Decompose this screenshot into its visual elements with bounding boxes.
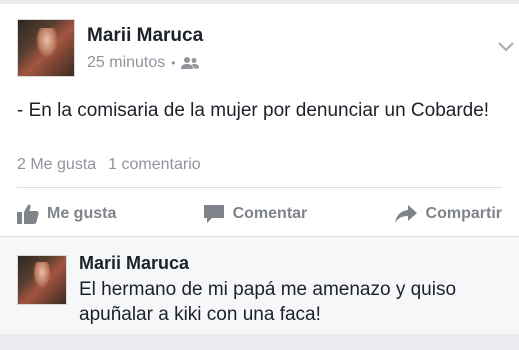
post-meta: 25 minutos • (87, 53, 200, 73)
commenter-avatar[interactable] (17, 255, 67, 305)
divider (17, 187, 502, 188)
post-stats: 2 Me gusta 1 comentario (17, 156, 201, 174)
post-card: Marii Maruca 25 minutos • - En la comisa… (0, 4, 519, 334)
likes-count[interactable]: 2 Me gusta (17, 156, 96, 174)
comment-label: Comentar (232, 205, 308, 222)
action-bar: Me gusta Comentar Compartir (17, 196, 502, 232)
like-button[interactable]: Me gusta (17, 204, 116, 224)
post-author[interactable]: Marii Maruca (87, 25, 203, 47)
comment-author[interactable]: Marii Maruca (79, 253, 189, 274)
share-button[interactable]: Compartir (394, 204, 502, 224)
share-label: Compartir (425, 205, 502, 222)
post-time[interactable]: 25 minutos (87, 54, 165, 72)
thumbs-up-icon (17, 204, 39, 224)
post-header: Marii Maruca 25 minutos • (17, 19, 514, 83)
comment-item: Marii Maruca El hermano de mi papá me am… (0, 236, 519, 334)
chevron-down-icon[interactable] (497, 40, 515, 54)
comment-icon (203, 204, 225, 224)
post-text: - En la comisaria de la mujer por denunc… (17, 100, 490, 121)
comments-count[interactable]: 1 comentario (108, 156, 201, 174)
meta-separator: • (171, 56, 176, 70)
share-icon (394, 204, 418, 224)
friends-icon[interactable] (181, 56, 200, 70)
feed-gap (0, 334, 519, 350)
comment-button[interactable]: Comentar (203, 204, 308, 224)
like-label: Me gusta (47, 205, 117, 222)
comment-text: El hermano de mi papá me amenazo y quiso… (79, 279, 457, 325)
author-avatar[interactable] (17, 19, 75, 77)
